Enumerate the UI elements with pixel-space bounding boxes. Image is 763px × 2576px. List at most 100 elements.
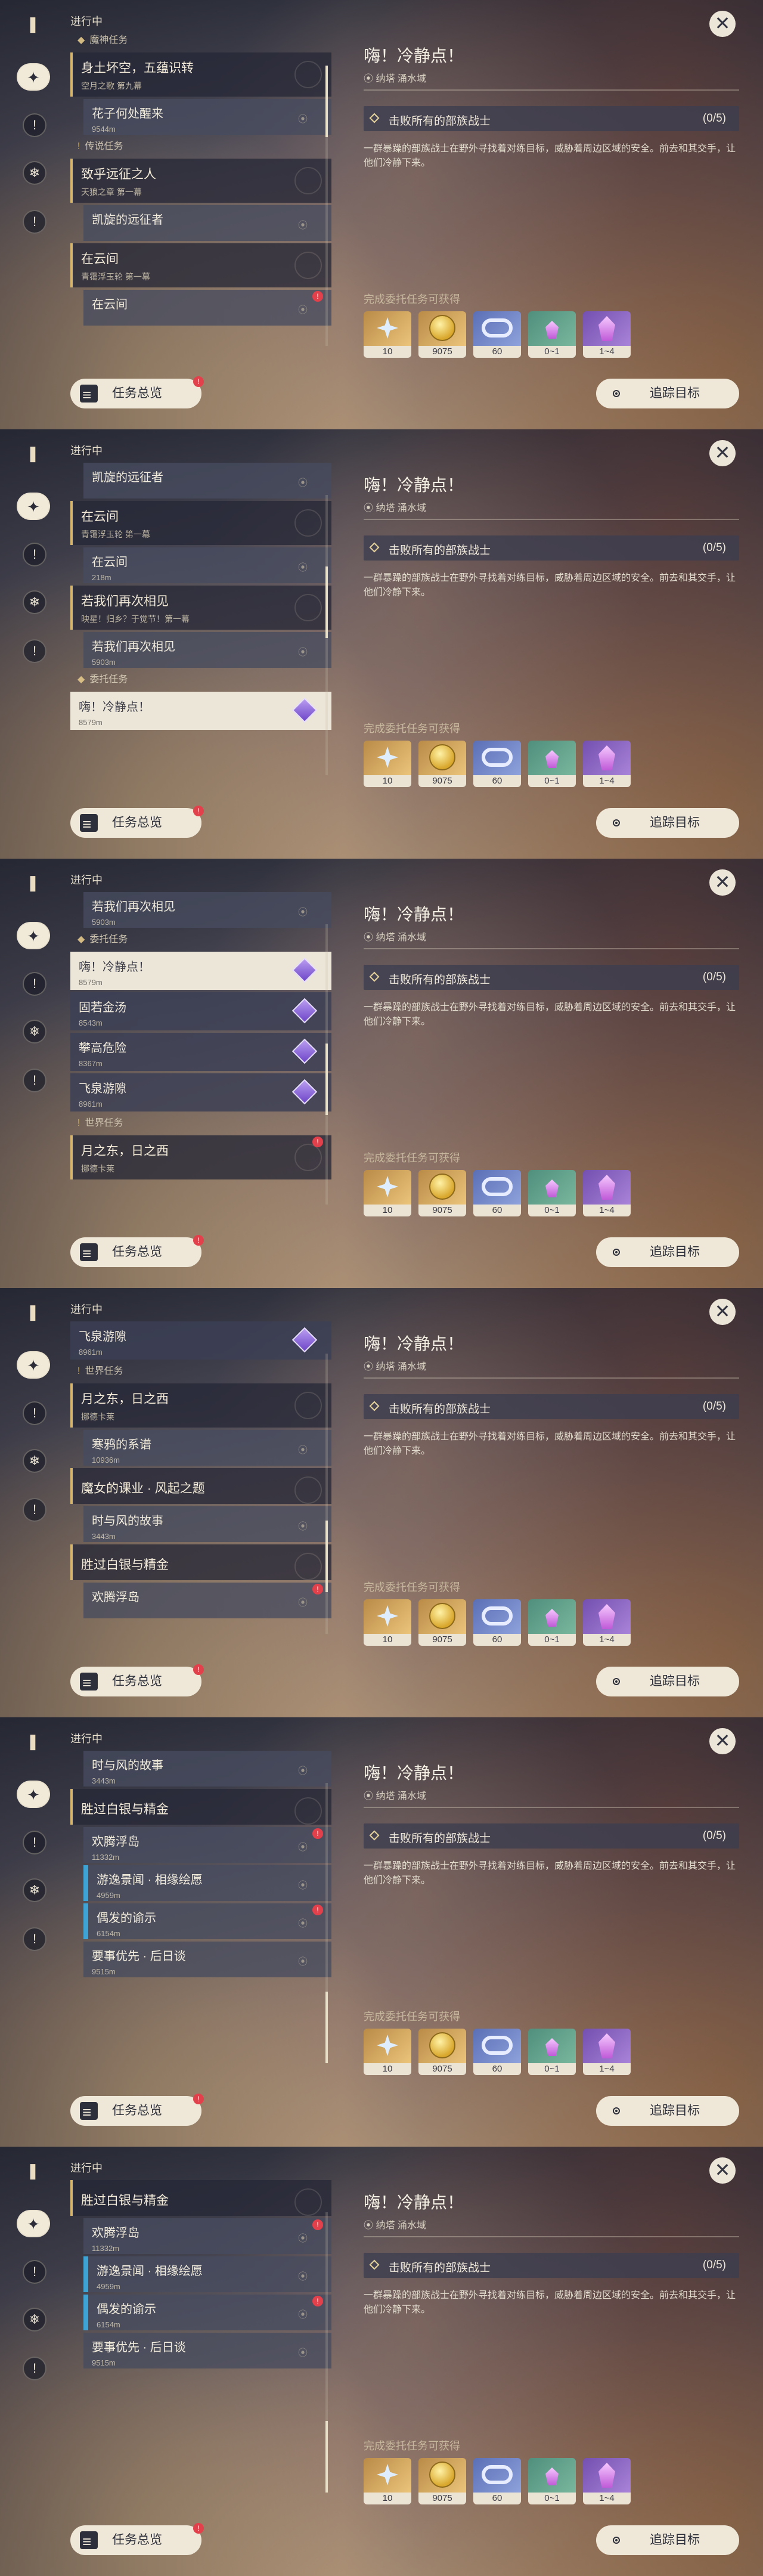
exclamation-icon[interactable]: !	[23, 113, 46, 137]
quest-header[interactable]: 身土坏空，五蕴识转 空月之歌 第九幕	[70, 52, 331, 97]
close-button[interactable]: ✕	[709, 11, 736, 37]
quest-step[interactable]: 欢腾浮岛 11332m ⦿!	[83, 1827, 331, 1863]
reward-mora[interactable]: 9075	[418, 741, 466, 787]
close-button[interactable]: ✕	[709, 869, 736, 896]
reward-companionship[interactable]: 60	[473, 2458, 521, 2504]
scrollbar[interactable]	[325, 924, 328, 1205]
snowflake-icon[interactable]: ❄	[23, 1449, 46, 1473]
track-target-button[interactable]: 追踪目标	[596, 808, 739, 838]
quest-step[interactable]: 要事优先 · 后日谈 9515m ⦿	[83, 1942, 331, 1977]
quest-header[interactable]: 胜过白银与精金	[70, 2180, 331, 2216]
reward-crystal[interactable]: 1~4	[583, 311, 631, 358]
reward-primogem[interactable]: 10	[364, 2029, 411, 2075]
reward-crystal[interactable]: 1~4	[583, 1599, 631, 1646]
reward-companionship[interactable]: 60	[473, 311, 521, 358]
reward-crystal[interactable]: 1~4	[583, 741, 631, 787]
exclamation-icon[interactable]: !	[23, 2260, 46, 2284]
reward-companionship[interactable]: 60	[473, 1170, 521, 1216]
snowflake-icon[interactable]: ❄	[23, 590, 46, 614]
reward-primogem[interactable]: 10	[364, 1170, 411, 1216]
commission-item[interactable]: 嗨！冷静点！ 8579m	[70, 692, 331, 730]
reward-ore[interactable]: 0~1	[528, 2029, 576, 2075]
reward-ore[interactable]: 0~1	[528, 311, 576, 358]
quest-book-icon[interactable]: ❚	[24, 13, 42, 35]
exclamation-icon-2[interactable]: !	[23, 639, 46, 663]
scrollbar-thumb[interactable]	[325, 66, 328, 137]
quest-header[interactable]: 在云间 青霭浮玉轮 第一幕	[70, 243, 331, 287]
exclamation-icon[interactable]: !	[23, 1831, 46, 1854]
commission-item[interactable]: 飞泉游隙 8961m	[70, 1073, 331, 1111]
snowflake-icon[interactable]: ❄	[23, 1020, 46, 1044]
commission-item[interactable]: 固若金汤 8543m	[70, 992, 331, 1030]
track-target-button[interactable]: 追踪目标	[596, 1237, 739, 1267]
reward-ore[interactable]: 0~1	[528, 1170, 576, 1216]
scrollbar-thumb[interactable]	[325, 1521, 328, 1592]
quest-header[interactable]: 胜过白银与精金	[70, 1789, 331, 1825]
snowflake-icon[interactable]: ❄	[23, 161, 46, 185]
elemental-icon[interactable]: ✦	[17, 1351, 50, 1379]
snowflake-icon[interactable]: ❄	[23, 2308, 46, 2332]
scrollbar-thumb[interactable]	[325, 1992, 328, 2063]
quest-book-icon[interactable]: ❚	[24, 2160, 42, 2181]
reward-crystal[interactable]: 1~4	[583, 1170, 631, 1216]
quest-step[interactable]: 寒鸦的系谱 10936m ⦿	[83, 1430, 331, 1466]
quest-overview-button[interactable]: 任务总览 !	[70, 2523, 204, 2556]
reward-crystal[interactable]: 1~4	[583, 2458, 631, 2504]
reward-primogem[interactable]: 10	[364, 1599, 411, 1646]
reward-primogem[interactable]: 10	[364, 741, 411, 787]
scrollbar[interactable]	[325, 2212, 328, 2493]
quest-step[interactable]: 偶发的谕示 6154m ⦿!	[83, 2295, 331, 2330]
quest-header[interactable]: 在云间 青霭浮玉轮 第一幕	[70, 501, 331, 545]
quest-book-icon[interactable]: ❚	[24, 442, 42, 464]
reward-ore[interactable]: 0~1	[528, 1599, 576, 1646]
quest-step[interactable]: 花子何处醒来 9544m ⦿	[83, 99, 331, 135]
quest-step[interactable]: 欢腾浮岛 ⦿!	[83, 1583, 331, 1618]
reward-primogem[interactable]: 10	[364, 311, 411, 358]
reward-ore[interactable]: 0~1	[528, 2458, 576, 2504]
commission-item[interactable]: 嗨！冷静点！ 8579m	[70, 952, 331, 990]
reward-companionship[interactable]: 60	[473, 741, 521, 787]
scrollbar[interactable]	[325, 1783, 328, 2063]
quest-step[interactable]: 在云间 218m ⦿	[83, 547, 331, 583]
quest-book-icon[interactable]: ❚	[24, 1301, 42, 1323]
reward-mora[interactable]: 9075	[418, 2458, 466, 2504]
reward-companionship[interactable]: 60	[473, 2029, 521, 2075]
reward-mora[interactable]: 9075	[418, 2029, 466, 2075]
scrollbar-thumb[interactable]	[325, 1044, 328, 1115]
quest-step[interactable]: 欢腾浮岛 11332m ⦿!	[83, 2218, 331, 2254]
snowflake-icon[interactable]: ❄	[23, 1878, 46, 1902]
track-target-button[interactable]: 追踪目标	[596, 379, 739, 408]
quest-header[interactable]: 月之东，日之西 挪德卡莱	[70, 1383, 331, 1428]
scrollbar[interactable]	[325, 495, 328, 775]
exclamation-icon-2[interactable]: !	[23, 2357, 46, 2380]
close-button[interactable]: ✕	[709, 1728, 736, 1754]
quest-book-icon[interactable]: ❚	[24, 1730, 42, 1752]
exclamation-icon-2[interactable]: !	[23, 1498, 46, 1522]
quest-header[interactable]: 若我们再次相见 映星！归乡？于觉节！第一幕	[70, 586, 331, 630]
close-button[interactable]: ✕	[709, 1299, 736, 1325]
quest-step[interactable]: 在云间 ⦿!	[83, 290, 331, 326]
quest-step[interactable]: 游逸景闻 · 相缘绘愿 4959m ⦿	[83, 2256, 331, 2292]
track-target-button[interactable]: 追踪目标	[596, 2096, 739, 2126]
commission-item[interactable]: 飞泉游隙 8961m	[70, 1321, 331, 1360]
scrollbar[interactable]	[325, 66, 328, 346]
scrollbar-thumb[interactable]	[325, 2421, 328, 2493]
reward-companionship[interactable]: 60	[473, 1599, 521, 1646]
quest-header[interactable]: 月之东，日之西 挪德卡莱!	[70, 1135, 331, 1179]
quest-step[interactable]: 凯旋的远征者 ⦿	[83, 463, 331, 499]
reward-primogem[interactable]: 10	[364, 2458, 411, 2504]
quest-book-icon[interactable]: ❚	[24, 872, 42, 893]
track-target-button[interactable]: 追踪目标	[596, 2525, 739, 2555]
quest-step[interactable]: 时与风的故事 3443m ⦿	[83, 1751, 331, 1787]
reward-crystal[interactable]: 1~4	[583, 2029, 631, 2075]
elemental-icon[interactable]: ✦	[17, 1781, 50, 1808]
exclamation-icon[interactable]: !	[23, 1401, 46, 1425]
elemental-icon[interactable]: ✦	[17, 63, 50, 91]
quest-header[interactable]: 魔女的课业 · 风起之题	[70, 1468, 331, 1504]
commission-item[interactable]: 攀高危险 8367m	[70, 1033, 331, 1071]
reward-mora[interactable]: 9075	[418, 1599, 466, 1646]
quest-step[interactable]: 游逸景闻 · 相缘绘愿 4959m ⦿	[83, 1865, 331, 1901]
quest-overview-button[interactable]: 任务总览 !	[70, 806, 204, 839]
close-button[interactable]: ✕	[709, 2157, 736, 2184]
quest-step[interactable]: 偶发的谕示 6154m ⦿!	[83, 1903, 331, 1939]
